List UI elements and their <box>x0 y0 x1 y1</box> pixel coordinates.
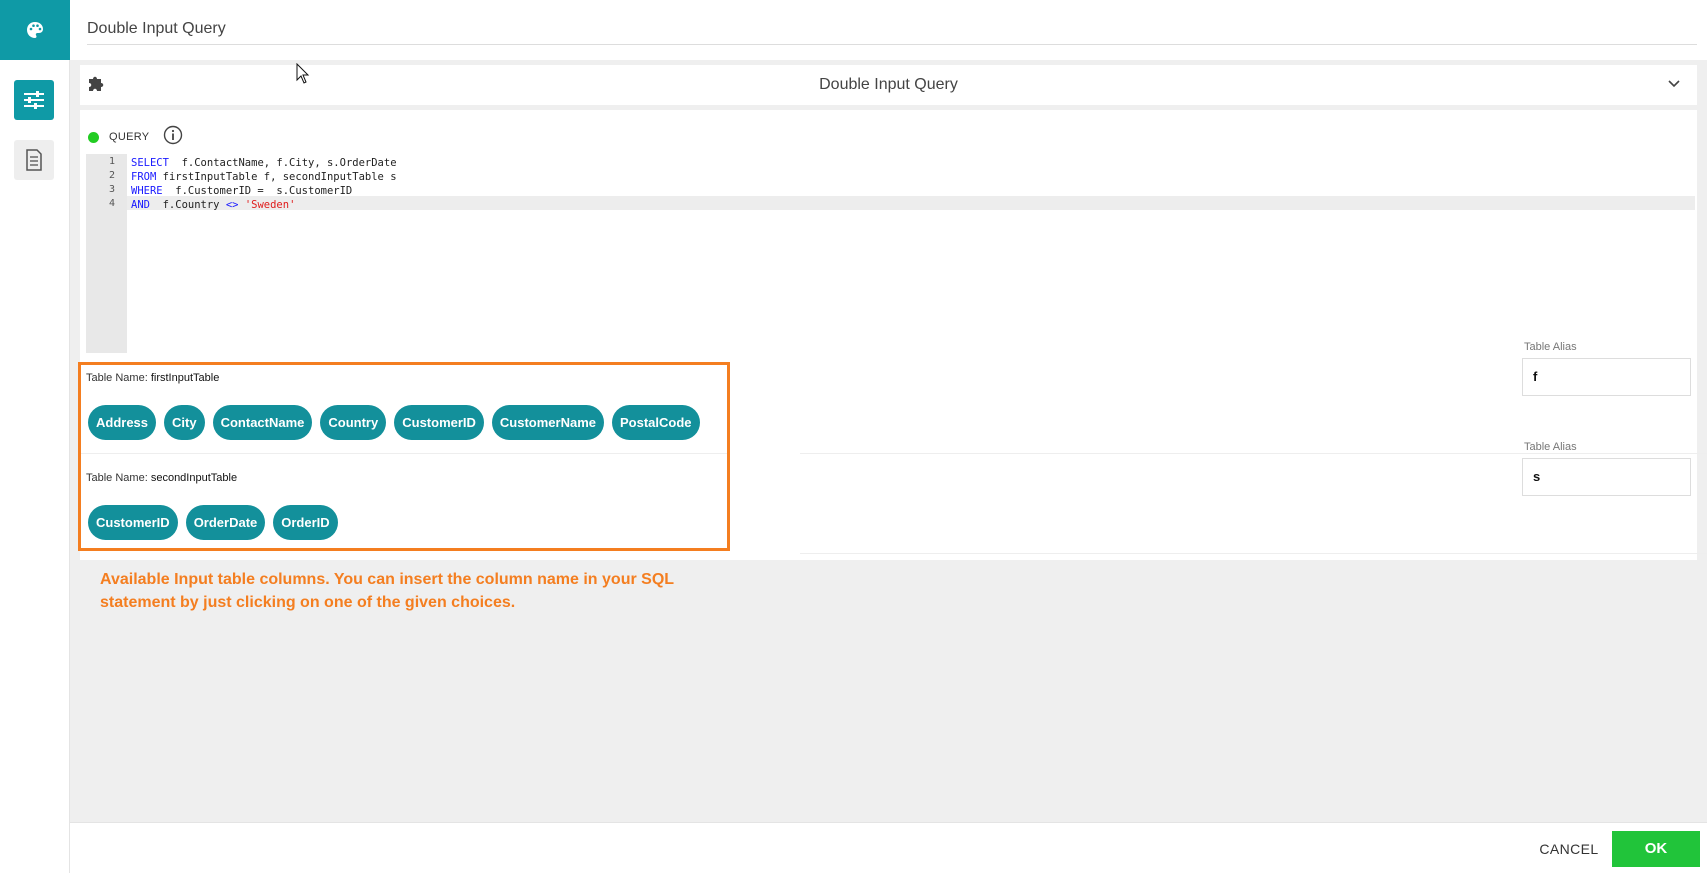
code-line[interactable]: WHERE f.CustomerID = s.CustomerID <box>131 184 352 198</box>
document-button[interactable] <box>14 140 54 180</box>
cancel-button[interactable]: CANCEL <box>1530 835 1608 863</box>
annotation-text: Available Input table columns. You can i… <box>100 571 674 611</box>
table-name-value: secondInputTable <box>150 472 238 484</box>
sql-editor[interactable]: 1 2 3 4 SELECT f.ContactName, f.City, s.Ord… <box>86 154 1695 353</box>
column-chip[interactable]: CustomerID <box>394 405 484 440</box>
row-divider-right <box>800 453 1707 454</box>
code-line[interactable]: SELECT f.ContactName, f.City, s.OrderDat… <box>131 156 397 170</box>
column-chip[interactable]: OrderDate <box>185 505 266 540</box>
page-title: Double Input Query <box>87 20 226 37</box>
top-header: Double Input Query <box>70 0 1707 60</box>
active-line-highlight <box>127 196 1695 210</box>
table-name-label: Table Name: secondInputTable <box>86 472 238 484</box>
sidebar <box>0 0 70 873</box>
query-label: QUERY <box>109 131 150 143</box>
row-divider-right-2 <box>800 553 1707 554</box>
sliders-icon <box>24 91 44 109</box>
code-line[interactable]: AND f.Country <> 'Sweden' <box>131 198 295 212</box>
table-name-label: Table Name: firstInputTable <box>86 372 220 384</box>
code-line[interactable]: FROM firstInputTable f, secondInputTable… <box>131 170 397 184</box>
table-alias-label: Table Alias <box>1524 441 1577 453</box>
column-chip[interactable]: CustomerID <box>88 505 178 540</box>
panel-header[interactable]: Double Input Query <box>80 65 1697 105</box>
column-chip[interactable]: PostalCode <box>612 405 700 440</box>
mouse-cursor-icon <box>296 62 310 90</box>
chevron-down-icon[interactable] <box>1667 77 1681 96</box>
settings-sliders-button[interactable] <box>14 80 54 120</box>
panel-title: Double Input Query <box>819 76 958 93</box>
line-number: 1 <box>108 156 115 167</box>
title-divider <box>87 44 1697 45</box>
ok-button[interactable]: OK <box>1612 831 1700 867</box>
table-alias-input-second[interactable]: s <box>1522 458 1691 496</box>
editor-gutter: 1 2 3 4 <box>86 154 127 353</box>
info-icon[interactable] <box>163 125 183 150</box>
column-chip[interactable]: Country <box>320 405 387 440</box>
table-alias-input-first[interactable]: f <box>1522 358 1691 396</box>
input-tables-box: Table Name: firstInputTable Address City C… <box>78 362 730 551</box>
column-chips: Address City ContactName Country CustomerID C… <box>88 405 700 440</box>
line-number: 3 <box>108 184 115 195</box>
column-chip[interactable]: City <box>164 405 205 440</box>
table-name-value: firstInputTable <box>150 372 220 384</box>
query-label-row: QUERY <box>88 125 183 149</box>
line-number: 4 <box>108 198 115 209</box>
dialog-footer: CANCEL OK <box>70 822 1707 873</box>
column-chip[interactable]: ContactName <box>212 405 313 440</box>
column-chip[interactable]: Address <box>88 405 157 440</box>
column-chip[interactable]: CustomerName <box>491 405 605 440</box>
status-indicator <box>88 131 99 143</box>
column-chip[interactable]: OrderID <box>273 505 338 540</box>
column-chips: CustomerID OrderDate OrderID <box>88 505 338 540</box>
palette-icon[interactable] <box>0 0 70 60</box>
line-number: 2 <box>108 170 115 181</box>
document-icon <box>26 149 42 171</box>
table-divider <box>81 453 727 454</box>
table-alias-label: Table Alias <box>1524 341 1577 353</box>
